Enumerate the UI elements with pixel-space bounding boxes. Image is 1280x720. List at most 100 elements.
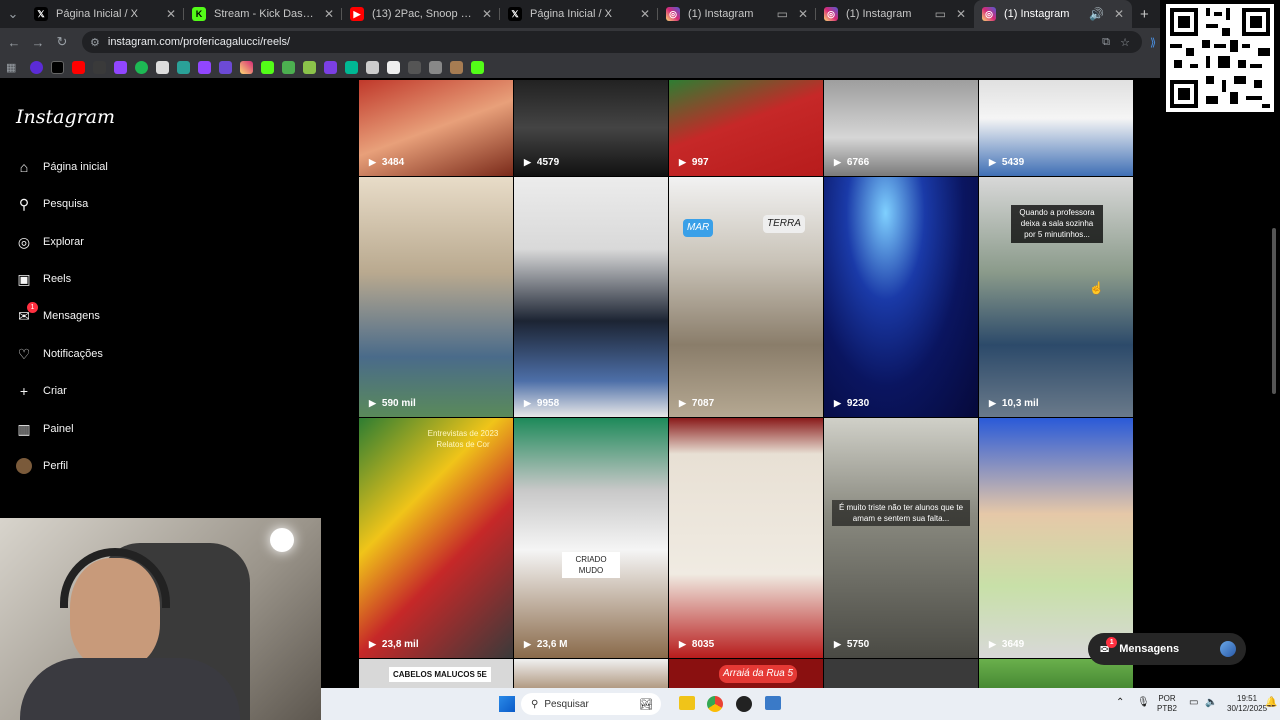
bookmark-icon[interactable]	[177, 60, 191, 74]
reel-tile[interactable]: ▶ 590 mil	[359, 177, 513, 417]
forward-icon[interactable]: →	[26, 35, 50, 50]
close-tab-icon[interactable]: ✕	[798, 7, 808, 21]
volume-icon[interactable]: 🔈	[1205, 697, 1217, 708]
nav-item-create[interactable]: + Criar	[16, 383, 67, 399]
bookmark-icon[interactable]	[219, 60, 233, 74]
microphone-icon[interactable]: 🎙	[1137, 697, 1150, 708]
close-tab-icon[interactable]: ✕	[324, 7, 334, 21]
back-icon[interactable]: ←	[2, 35, 26, 50]
x-logo-icon[interactable]	[51, 60, 65, 74]
nav-item-search[interactable]: ⚲ Pesquisa	[16, 196, 88, 212]
browser-tab[interactable]: 𝕏 Página Inicial / X ✕	[26, 0, 184, 28]
reel-tile[interactable]: ▶ 8035	[669, 418, 823, 658]
cast-icon[interactable]: ▭	[935, 7, 946, 21]
windows-start-icon[interactable]	[499, 696, 515, 712]
browser-tab-active[interactable]: ◎ (1) Instagram 🔊 ✕	[974, 0, 1132, 28]
browser-tab[interactable]: K Stream - Kick Dashboard ✕	[184, 0, 342, 28]
nav-item-explore[interactable]: ◎ Explorar	[16, 234, 84, 250]
nav-item-reels[interactable]: ▣ Reels	[16, 271, 71, 287]
bookmark-icon[interactable]	[366, 60, 380, 74]
chevron-up-icon[interactable]: ⌃	[1116, 697, 1124, 708]
clock[interactable]: 19:51 30/12/2025	[1227, 694, 1267, 715]
page-scrollbar[interactable]	[1272, 228, 1276, 394]
bookmark-icon[interactable]	[93, 60, 107, 74]
reel-tile[interactable]: ▶ 5439	[979, 80, 1133, 176]
new-tab-button[interactable]: +	[1140, 6, 1149, 23]
heart-icon: ♡	[17, 345, 31, 362]
browser-tab[interactable]: ◎ (1) Instagram ▭ ✕	[816, 0, 974, 28]
twitch-icon[interactable]	[114, 60, 128, 74]
twitch-icon[interactable]	[198, 60, 212, 74]
nav-item-dashboard[interactable]: ▥ Painel	[16, 421, 73, 437]
bookmark-icon[interactable]	[408, 60, 422, 74]
network-icon[interactable]: ▭	[1189, 697, 1198, 708]
bookmark-icon[interactable]	[282, 60, 296, 74]
close-tab-icon[interactable]: ✕	[640, 7, 650, 21]
bookmark-icon[interactable]	[303, 60, 317, 74]
bookmark-icon[interactable]	[387, 60, 401, 74]
app-icon[interactable]	[736, 696, 752, 712]
kick-logo-icon[interactable]	[471, 60, 485, 74]
nav-label: Mensagens	[43, 310, 100, 322]
instagram-icon[interactable]	[240, 60, 254, 74]
reel-tile[interactable]	[514, 659, 668, 690]
reel-tile[interactable]: ▶ 9230	[824, 177, 978, 417]
reel-tile[interactable]: ▶ 3484	[359, 80, 513, 176]
reel-tile[interactable]: CABELOS MALUCOS 5E	[359, 659, 513, 690]
close-tab-icon[interactable]: ✕	[482, 7, 492, 21]
nav-item-notifications[interactable]: ♡ Notificações	[16, 346, 103, 362]
close-tab-icon[interactable]: ✕	[956, 7, 966, 21]
reel-tile[interactable]: ▶ 4579	[514, 80, 668, 176]
twitch-icon[interactable]	[324, 60, 338, 74]
reel-tile[interactable]: Arraiá da Rua 5	[669, 659, 823, 690]
instagram-logo[interactable]: Instagram	[16, 106, 115, 128]
reload-icon[interactable]: ↻	[50, 34, 74, 50]
nav-item-home[interactable]: ⌂ Página inicial	[16, 159, 108, 175]
reel-tile[interactable]: ▶ 9958	[514, 177, 668, 417]
tab-search-button[interactable]: ⌄	[0, 6, 26, 22]
play-icon: ▶	[524, 157, 531, 167]
tab-title: (1) Instagram	[688, 8, 754, 20]
spotify-icon[interactable]	[135, 60, 149, 74]
file-explorer-icon[interactable]	[679, 696, 695, 710]
browser-tab[interactable]: 𝕏 Página Inicial / X ✕	[500, 0, 658, 28]
bookmark-star-icon[interactable]: ☆	[1120, 36, 1130, 49]
bookmark-icon[interactable]	[30, 60, 44, 74]
install-app-icon[interactable]: ⧉	[1102, 36, 1110, 49]
avatar	[1220, 641, 1236, 657]
kick-logo-icon[interactable]	[261, 60, 275, 74]
close-tab-icon[interactable]: ✕	[166, 7, 176, 21]
bookmark-icon[interactable]	[450, 60, 464, 74]
play-icon: ▶	[679, 157, 686, 167]
site-info-icon[interactable]: ⚙	[90, 36, 100, 49]
apps-grid-icon[interactable]: ▦	[6, 61, 16, 74]
notifications-bell-icon[interactable]: 🔔	[1265, 697, 1277, 708]
language-indicator[interactable]: POR PTB2	[1157, 694, 1177, 715]
speaker-icon[interactable]: 🔊	[1089, 7, 1104, 21]
reel-tile[interactable]	[824, 659, 978, 690]
reel-tile[interactable]: CRIADO MUDO ▶ 23,6 M	[514, 418, 668, 658]
app-icon[interactable]	[765, 696, 781, 710]
extension-icon[interactable]: ⟫	[1150, 36, 1156, 49]
reel-tile[interactable]: Quando a professora deixa a sala sozinha…	[979, 177, 1133, 417]
browser-tab[interactable]: ▶ (13) 2Pac, Snoop Dogg, Nate D ✕	[342, 0, 500, 28]
reel-tile[interactable]: ▶ 6766	[824, 80, 978, 176]
reel-tile[interactable]: ▶ 997	[669, 80, 823, 176]
browser-tab[interactable]: ◎ (1) Instagram ▭ ✕	[658, 0, 816, 28]
reel-tile[interactable]: É muito triste não ter alunos que te ama…	[824, 418, 978, 658]
reel-tile[interactable]: ▶ 3649	[979, 418, 1133, 658]
cast-icon[interactable]: ▭	[777, 7, 788, 21]
nav-item-profile[interactable]: Perfil	[16, 458, 68, 474]
youtube-icon[interactable]	[72, 60, 86, 74]
chrome-icon[interactable]	[707, 696, 723, 712]
taskbar-search[interactable]: ⚲ Pesquisar 🏞	[521, 693, 661, 715]
close-tab-icon[interactable]: ✕	[1114, 7, 1124, 21]
reel-tile[interactable]: MAR TERRA ▶ 7087	[669, 177, 823, 417]
nav-item-messages[interactable]: ✉ 1 Mensagens	[16, 302, 100, 324]
bookmark-icon[interactable]	[429, 60, 443, 74]
bookmark-icon[interactable]	[345, 60, 359, 74]
messages-floating-button[interactable]: ✉ 1 Mensagens	[1088, 633, 1246, 665]
bookmark-icon[interactable]	[156, 60, 170, 74]
reel-tile[interactable]: Entrevistas de 2023 Relatos de Cor ▶ 23,8…	[359, 418, 513, 658]
address-bar[interactable]: ⚙ instagram.com/profericagalucci/reels/ …	[82, 31, 1142, 53]
